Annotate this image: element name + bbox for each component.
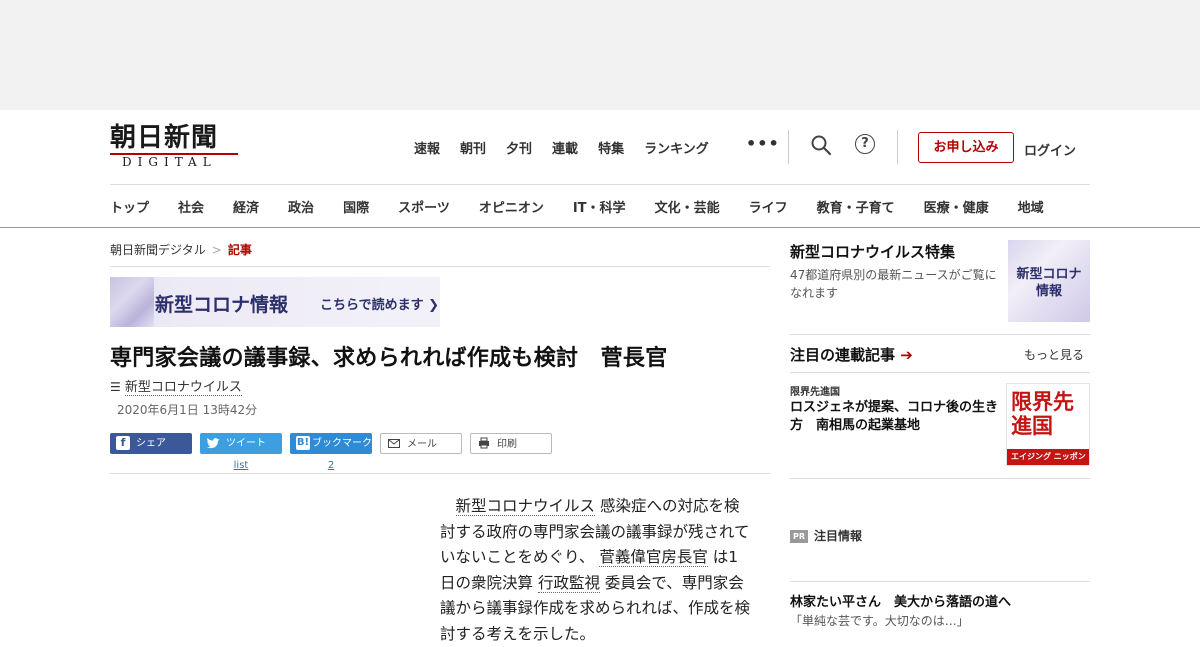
top-navigation: 速報 朝刊 夕刊 連載 特集 ランキング [414,138,729,157]
category-international[interactable]: 国際 [343,197,369,216]
category-region[interactable]: 地域 [1018,197,1044,216]
divider [790,334,1090,335]
category-education[interactable]: 教育・子育て [817,197,895,216]
category-society[interactable]: 社会 [178,197,204,216]
logo-japanese: 朝日新聞 [110,123,219,153]
category-politics[interactable]: 政治 [288,197,314,216]
body-link-corona[interactable]: 新型コロナウイルス [455,497,596,516]
series-section-title: 注目の連載記事 ➔ [790,346,913,364]
category-culture[interactable]: 文化・芸能 [655,197,720,216]
series-headline[interactable]: ロスジェネが提案、コロナ後の生き方 南相馬の起業基地 [790,399,1002,435]
article-tag: ☰ 新型コロナウイルス [110,376,242,396]
site-logo[interactable]: 朝日新聞 DIGITAL [110,124,242,170]
topnav-sokuho[interactable]: 速報 [414,138,440,157]
site-header: 朝日新聞 DIGITAL 速報 朝刊 夕刊 連載 特集 ランキング ••• ? … [0,110,1200,228]
series-thumbnail[interactable]: 限界先進国 エイジング ニッポン [1006,383,1090,466]
divider [788,130,789,164]
print-button[interactable]: 印刷 [470,433,552,454]
article-body: 新型コロナウイルス 感染症への対応を検討する政府の専門家会議の議事録が残されてい… [440,497,751,643]
feature-thumbnail-text: 新型コロナ情報 [1016,267,1082,299]
pr-badge: PR [790,530,809,543]
pr-subtext: 「単純な芸です。大切なのは…」 [790,614,969,628]
divider [790,478,1090,479]
body-link-gyosei[interactable]: 行政監視 [537,573,600,593]
category-economy[interactable]: 経済 [233,197,259,216]
divider [110,473,770,474]
printer-icon [477,437,491,451]
topnav-tokushu[interactable]: 特集 [598,138,624,157]
category-navigation: トップ 社会 経済 政治 国際 スポーツ オピニオン IT・科学 文化・芸能 ラ… [110,197,1044,216]
article-headline: 専門家会議の議事録、求められれば作成も検討 菅長官 [110,346,668,371]
topnav-rensai[interactable]: 連載 [552,138,578,157]
header-divider [110,184,1090,185]
facebook-icon: f [116,436,130,450]
feature-description: 47都道府県別の最新ニュースがご覧になれます [790,268,997,300]
advertisement-area [0,0,1200,110]
breadcrumb: 朝日新聞デジタル > 記事 [110,241,252,258]
pr-headline[interactable]: 林家たい平さん 美大から落語の道へ [790,591,1011,610]
breadcrumb-separator: > [211,243,222,257]
banner-title: 新型コロナ情報 [155,294,289,316]
series-label: 限界先進国 [790,387,840,398]
divider [790,581,1090,582]
corona-info-banner[interactable]: 新型コロナ情報 こちらで読めます ❯ [110,277,440,327]
search-icon[interactable] [810,134,834,158]
category-life[interactable]: ライフ [749,197,788,216]
facebook-share-button[interactable]: f シェア [110,433,192,454]
pr-section-title: PR 注目情報 [790,527,862,544]
subscribe-button[interactable]: お申し込み [918,132,1014,163]
feature-title[interactable]: 新型コロナウイルス特集 [790,241,955,262]
topnav-choukan[interactable]: 朝刊 [460,138,486,157]
category-it-science[interactable]: IT・科学 [573,197,626,216]
category-opinion[interactable]: オピニオン [479,197,544,216]
arrow-right-icon: ➔ [900,346,913,364]
series-thumbnail-bar: エイジング ニッポン [1007,449,1089,465]
twitter-icon [206,436,220,450]
breadcrumb-home[interactable]: 朝日新聞デジタル [110,243,206,257]
mail-icon [387,437,401,451]
divider [790,372,1090,373]
banner-decoration [110,277,154,327]
series-thumbnail-title: 限界先進国 [1011,389,1074,438]
banner-link: こちらで読めます ❯ [320,298,440,313]
list-icon: ☰ [110,380,121,394]
more-link[interactable]: もっと見る [1024,346,1084,363]
share-bar: f シェア ツイート list B! ブックマーク 2 メール 印刷 [110,433,560,471]
topnav-ranking[interactable]: ランキング [644,138,709,157]
twitter-share-button[interactable]: ツイート list [200,433,282,471]
login-link[interactable]: ログイン [1024,140,1076,159]
body-link-suga[interactable]: 菅義偉官房長官 [599,548,708,567]
mail-share-button[interactable]: メール [380,433,462,454]
category-health[interactable]: 医療・健康 [924,197,989,216]
more-menu-icon[interactable]: ••• [746,134,780,153]
feature-thumbnail[interactable]: 新型コロナ情報 [1008,240,1090,322]
hatena-bookmark-button[interactable]: B! ブックマーク 2 [290,433,372,471]
divider [110,266,770,267]
topnav-yuukan[interactable]: 夕刊 [506,138,532,157]
category-sports[interactable]: スポーツ [398,197,450,216]
help-icon[interactable]: ? [855,134,879,158]
category-top[interactable]: トップ [110,197,149,216]
logo-english: DIGITAL [110,153,238,169]
divider [897,130,898,164]
article-date: 2020年6月1日 13時42分 [117,403,258,417]
tag-link[interactable]: 新型コロナウイルス [124,380,242,396]
breadcrumb-current: 記事 [227,243,252,257]
hatena-icon: B! [296,436,310,450]
